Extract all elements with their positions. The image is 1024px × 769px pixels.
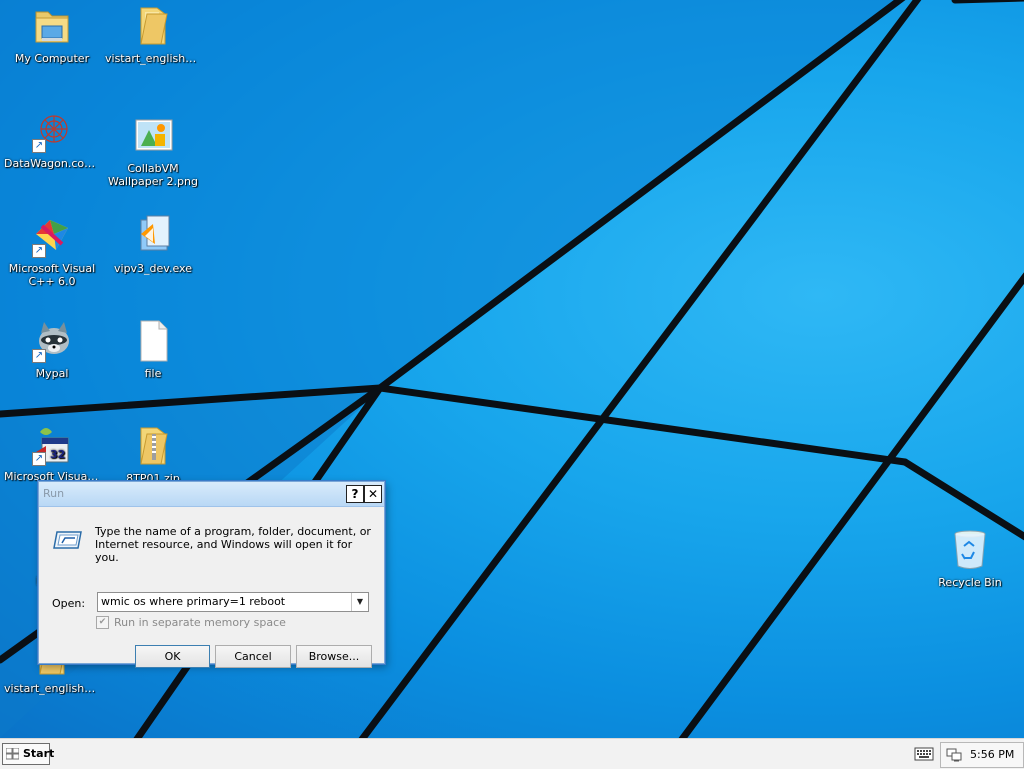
open-input[interactable]	[101, 594, 347, 608]
cancel-button[interactable]: Cancel	[215, 645, 291, 668]
run-icon	[53, 529, 83, 551]
keyboard-icon[interactable]	[914, 747, 934, 761]
close-button[interactable]: ✕	[364, 485, 382, 503]
desktop[interactable]: My Computer vistart_english_s... ↗ DataW…	[0, 0, 1024, 738]
icon-label: file	[144, 367, 162, 380]
start-label: Start	[23, 747, 55, 760]
blank-file-icon	[133, 319, 173, 363]
start-button[interactable]: Start	[2, 743, 54, 765]
shortcut-arrow-icon: ↗	[32, 244, 46, 258]
zip-folder-icon	[133, 424, 173, 468]
system-tray: 5:56 PM	[940, 742, 1024, 768]
separate-memory-checkbox[interactable]: ✔	[96, 616, 109, 629]
desktop-icon-zip[interactable]: 8TP01.zip	[103, 422, 203, 485]
visual-basic-icon: 32 ↗	[32, 422, 72, 466]
folder-icon	[133, 4, 173, 48]
icon-label: DataWagon.com...	[4, 157, 102, 170]
icon-label: vipv3_dev.exe	[114, 262, 192, 275]
raccoon-icon: ↗	[32, 319, 72, 363]
network-icon[interactable]	[946, 748, 962, 762]
run-description: Type the name of a program, folder, docu…	[95, 525, 371, 564]
desktop-icon-mypal[interactable]: ↗ Mypal	[2, 317, 102, 380]
desktop-icon-msvc[interactable]: ↗ Microsoft Visual C++ 6.0	[2, 212, 102, 288]
icon-label: vistart_english_s...	[105, 52, 203, 65]
run-dialog-body: Type the name of a program, folder, docu…	[39, 507, 384, 668]
icon-label: My Computer	[14, 52, 90, 65]
desktop-icon-msvb[interactable]: 32 ↗ Microsoft Visual Ba...	[2, 420, 102, 483]
clock[interactable]: 5:56 PM	[970, 748, 1014, 761]
desktop-icon-file[interactable]: file	[103, 317, 203, 380]
shortcut-arrow-icon: ↗	[32, 349, 46, 363]
desktop-icon-datawagon[interactable]: ↗ DataWagon.com...	[2, 107, 102, 170]
separate-memory-label: Run in separate memory space	[114, 616, 286, 629]
visual-cpp-icon: ↗	[32, 214, 72, 258]
shortcut-arrow-icon: ↗	[32, 139, 46, 153]
desktop-icon-vistart-folder[interactable]: vistart_english_s...	[103, 2, 203, 65]
windows-logo-icon	[6, 748, 19, 760]
datawagon-icon: ↗	[32, 109, 72, 153]
desktop-icon-recycle-bin[interactable]: Recycle Bin	[920, 526, 1020, 589]
help-button[interactable]: ?	[346, 485, 364, 503]
icon-label: vistart_english_s...	[4, 682, 102, 695]
icon-label: Microsoft Visual C++ 6.0	[8, 262, 96, 288]
recycle-bin-icon	[950, 528, 990, 572]
desktop-icon-my-computer[interactable]: My Computer	[2, 2, 102, 65]
open-combobox[interactable]: ▼	[97, 592, 369, 612]
run-dialog[interactable]: Run ? ✕ Type the name of a program, fold…	[38, 481, 385, 668]
svg-text:32: 32	[50, 448, 65, 461]
icon-label: Recycle Bin	[938, 576, 1002, 589]
desktop-icon-collabvm-wallpaper[interactable]: CollabVM Wallpaper 2.png	[103, 112, 203, 188]
desktop-icon-vipv3[interactable]: vipv3_dev.exe	[103, 212, 203, 275]
icon-label: Mypal	[35, 367, 69, 380]
image-file-icon	[133, 114, 173, 158]
run-dialog-titlebar[interactable]: Run ? ✕	[39, 482, 384, 507]
ok-button[interactable]: OK	[135, 645, 210, 668]
shortcut-arrow-icon: ↗	[32, 452, 46, 466]
browse-button[interactable]: Browse...	[296, 645, 372, 668]
open-label: Open:	[52, 597, 86, 610]
run-dialog-title: Run	[43, 487, 65, 500]
my-computer-icon	[32, 4, 72, 48]
dropdown-arrow-icon[interactable]: ▼	[351, 593, 368, 611]
icon-label: CollabVM Wallpaper 2.png	[108, 162, 198, 188]
installer-icon	[133, 214, 173, 258]
taskbar: Start 5:56 PM	[0, 738, 1024, 769]
